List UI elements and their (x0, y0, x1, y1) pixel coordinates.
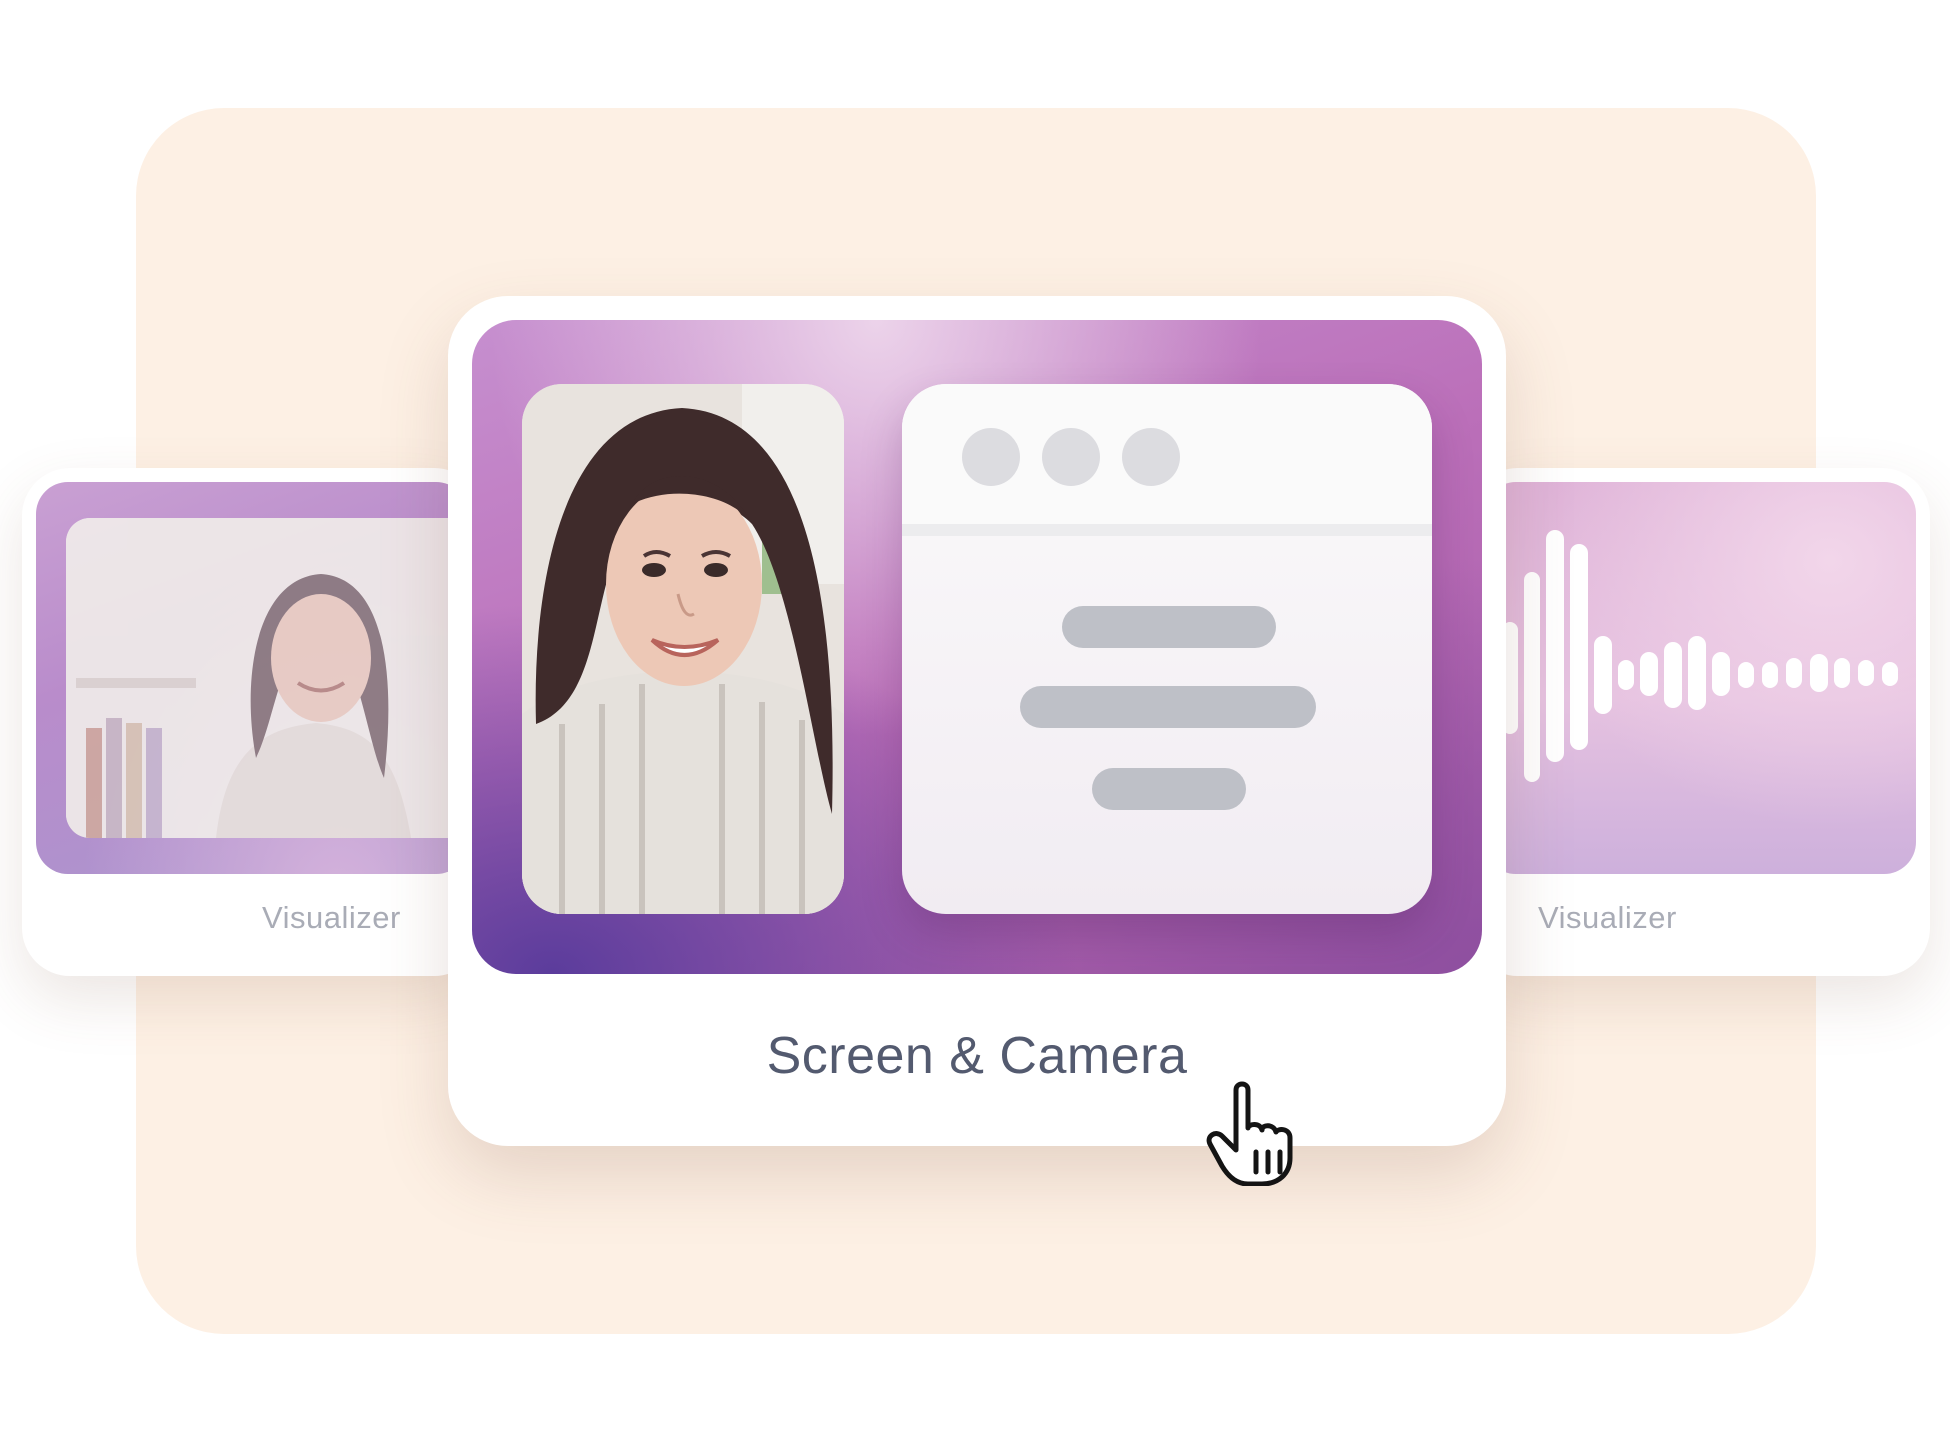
content-placeholder-bar-1 (1062, 606, 1276, 648)
hand-pointer-icon (1206, 1081, 1293, 1186)
visualizer-thumbnail-right (1484, 482, 1916, 874)
template-card-visualizer-right[interactable]: Visualizer (1470, 468, 1930, 976)
camera-feed-photo (522, 384, 844, 914)
screen-camera-thumbnail (472, 320, 1482, 974)
content-placeholder-bar-2 (1020, 686, 1316, 728)
window-dot-2 (1042, 428, 1100, 486)
card-label-visualizer-left: Visualizer (262, 900, 401, 935)
card-label-visualizer-right: Visualizer (1538, 900, 1677, 935)
template-card-screen-camera[interactable]: Screen & Camera (448, 296, 1506, 1146)
card-label-screen-camera: Screen & Camera (766, 1027, 1188, 1085)
audio-waveform-icon (1484, 530, 1898, 782)
visualizer-thumbnail-left (36, 482, 468, 874)
template-card-visualizer-left[interactable]: Visualizer (22, 468, 482, 976)
faded-person-photo (66, 518, 468, 838)
content-placeholder-bar-3 (1092, 768, 1246, 810)
window-dot-1 (962, 428, 1020, 486)
window-titlebar (902, 384, 1432, 536)
window-dot-3 (1122, 428, 1180, 486)
screen-share-window (902, 384, 1432, 914)
